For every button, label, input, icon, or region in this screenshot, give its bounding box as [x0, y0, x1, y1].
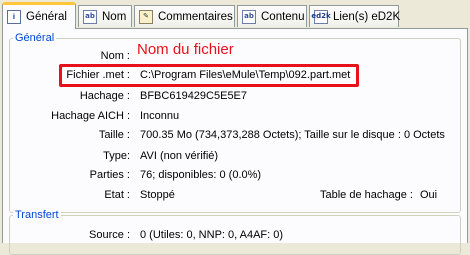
tab-general-label: Général	[26, 11, 67, 23]
type-value: AVI (non vérifié)	[140, 150, 219, 162]
info-icon: i	[7, 10, 21, 24]
hachage-aich-label: Hachage AICH :	[51, 110, 130, 122]
tab-general[interactable]: i Général	[2, 2, 76, 29]
tab-liens-ed2k-label: Lien(s) eD2K	[333, 10, 401, 23]
tab-contenu-label: Contenu	[261, 10, 305, 23]
tab-nom-label: Nom	[102, 10, 127, 23]
etat-label: Etat :	[104, 189, 130, 201]
transfert-legend: Transfert	[13, 209, 61, 222]
tab-commentaires[interactable]: ✎ Commentaires	[134, 5, 235, 27]
tab-contenu[interactable]: ab Contenu	[237, 5, 307, 27]
table-hachage-value: Oui	[420, 189, 438, 201]
file-name-annotation: Nom du fichier	[137, 41, 234, 58]
comment-pen-icon: ✎	[139, 9, 153, 24]
etat-value: Stoppé	[140, 189, 175, 201]
taille-value: 700.35 Mo (734,373,288 Octets); Taille s…	[140, 129, 445, 141]
taille-label: Taille :	[98, 129, 130, 141]
source-label: Source :	[89, 229, 130, 241]
general-legend: Général	[13, 32, 57, 45]
type-label: Type:	[103, 150, 130, 162]
parties-label: Parties :	[89, 169, 130, 181]
tab-liens-ed2k[interactable]: ed2k Lien(s) eD2K	[309, 5, 401, 27]
document-icon: ab	[242, 9, 256, 24]
file-met-highlight	[59, 64, 359, 87]
document-icon: ab	[83, 9, 97, 24]
table-hachage-label: Table de hachage :	[320, 189, 413, 201]
tab-nom[interactable]: ab Nom	[78, 5, 132, 27]
nom-label: Nom :	[100, 50, 130, 62]
ed2k-link-icon: ed2k	[311, 9, 331, 24]
hachage-value: BFBC619429C5E5E7	[140, 90, 248, 102]
hachage-aich-value: Inconnu	[140, 110, 180, 122]
hachage-label: Hachage :	[79, 90, 130, 102]
source-value: 0 (Utiles: 0, NNP: 0, A4AF: 0)	[140, 229, 284, 241]
parties-value: 76; disponibles: 0 (0.0%)	[140, 169, 262, 181]
tab-commentaires-label: Commentaires	[158, 10, 233, 23]
